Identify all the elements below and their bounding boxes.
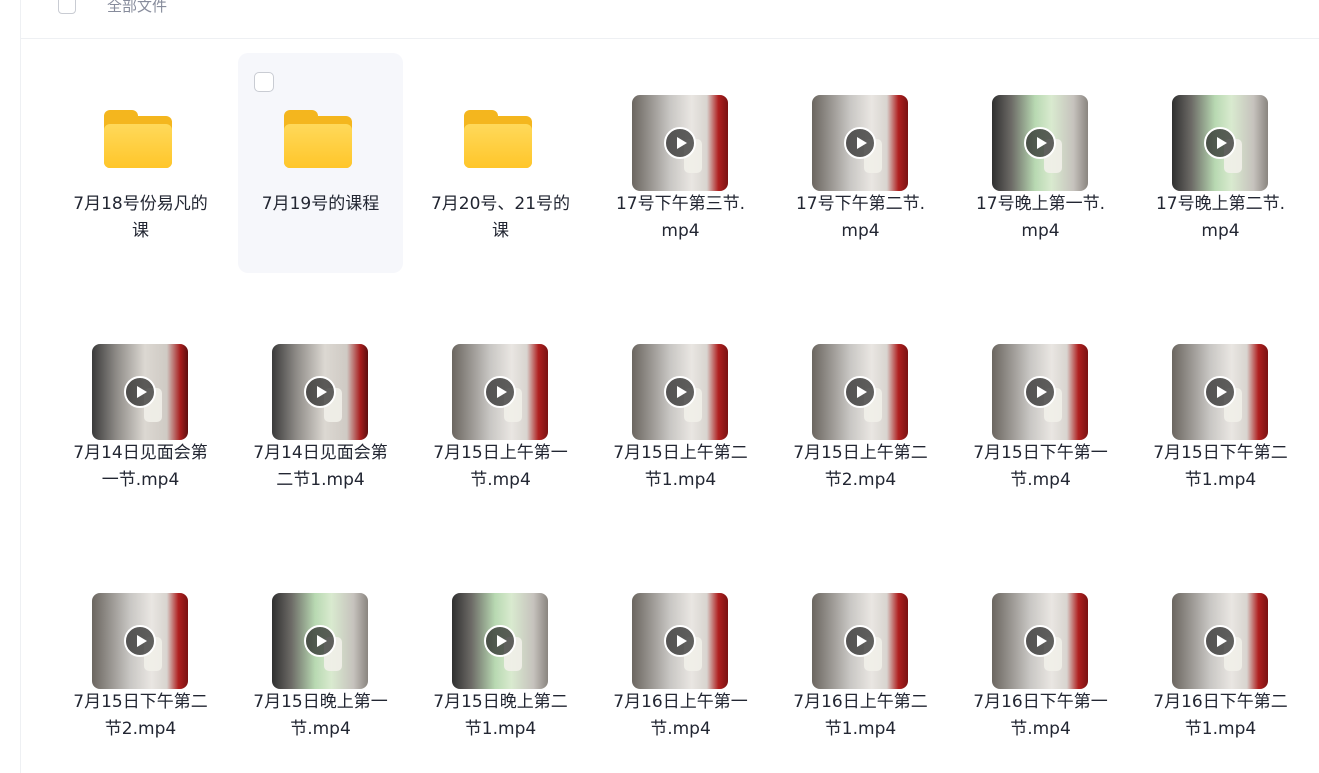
video-file-item[interactable]: 7月15日上午第一节.mp4 xyxy=(418,302,583,522)
play-icon[interactable] xyxy=(1024,625,1056,657)
play-icon[interactable] xyxy=(124,625,156,657)
file-name-label: 17号晚上第一节.mp4 xyxy=(975,194,1106,241)
folder-icon xyxy=(284,110,352,168)
folder-item[interactable]: 7月19号的课程 xyxy=(238,53,403,273)
play-icon[interactable] xyxy=(304,376,336,408)
video-file-item[interactable]: 7月14日见面会第二节1.mp4 xyxy=(238,302,403,522)
video-thumbnail[interactable] xyxy=(992,593,1088,689)
video-thumbnail[interactable] xyxy=(1172,593,1268,689)
video-thumbnail[interactable] xyxy=(1172,344,1268,440)
file-name-label: 7月15日下午第一节.mp4 xyxy=(973,443,1108,490)
folder-item[interactable]: 7月20号、21号的课 xyxy=(418,53,583,273)
play-icon[interactable] xyxy=(664,625,696,657)
video-thumbnail[interactable] xyxy=(1172,95,1268,191)
video-file-item[interactable]: 17号下午第二节.mp4 xyxy=(778,53,943,273)
play-icon[interactable] xyxy=(664,127,696,159)
video-thumbnail[interactable] xyxy=(812,593,908,689)
play-icon[interactable] xyxy=(1024,127,1056,159)
video-thumbnail[interactable] xyxy=(92,344,188,440)
video-file-item[interactable]: 17号下午第三节.mp4 xyxy=(598,53,763,273)
file-name-label: 7月15日上午第二节1.mp4 xyxy=(613,443,748,490)
video-thumbnail[interactable] xyxy=(452,593,548,689)
play-icon[interactable] xyxy=(304,625,336,657)
video-thumbnail[interactable] xyxy=(812,344,908,440)
file-name-label: 7月16日上午第二节1.mp4 xyxy=(793,692,928,739)
video-thumbnail[interactable] xyxy=(992,344,1088,440)
play-icon[interactable] xyxy=(664,376,696,408)
video-file-item[interactable]: 17号晚上第一节.mp4 xyxy=(958,53,1123,273)
file-name-label: 7月16日上午第一节.mp4 xyxy=(613,692,748,739)
play-icon[interactable] xyxy=(844,127,876,159)
video-thumbnail[interactable] xyxy=(272,593,368,689)
video-file-item[interactable]: 7月15日上午第二节1.mp4 xyxy=(598,302,763,522)
file-name-label: 7月20号、21号的课 xyxy=(430,194,571,241)
video-file-item[interactable]: 7月14日见面会第一节.mp4 xyxy=(58,302,223,522)
all-files-title: 全部文件 xyxy=(107,0,168,15)
video-file-item[interactable]: 17号晚上第二节.mp4 xyxy=(1138,53,1303,273)
video-thumbnail[interactable] xyxy=(452,344,548,440)
file-name-label: 7月16日下午第一节.mp4 xyxy=(973,692,1108,739)
video-file-item[interactable]: 7月16日上午第二节1.mp4 xyxy=(778,551,943,771)
file-name-label: 7月15日晚上第二节1.mp4 xyxy=(433,692,568,739)
file-name-label: 7月18号份易凡的课 xyxy=(73,194,208,241)
file-list-header: 全部文件 xyxy=(21,0,1319,39)
video-thumbnail[interactable] xyxy=(272,344,368,440)
play-icon[interactable] xyxy=(1204,376,1236,408)
play-icon[interactable] xyxy=(844,625,876,657)
video-thumbnail[interactable] xyxy=(632,95,728,191)
file-name-label: 17号下午第三节.mp4 xyxy=(615,194,746,241)
video-file-item[interactable]: 7月15日下午第二节2.mp4 xyxy=(58,551,223,771)
file-name-label: 7月15日晚上第一节.mp4 xyxy=(253,692,388,739)
video-thumbnail[interactable] xyxy=(812,95,908,191)
play-icon[interactable] xyxy=(1204,127,1236,159)
play-icon[interactable] xyxy=(1024,376,1056,408)
file-name-label: 7月14日见面会第一节.mp4 xyxy=(73,443,208,490)
video-file-item[interactable]: 7月15日下午第一节.mp4 xyxy=(958,302,1123,522)
file-name-label: 7月15日下午第二节2.mp4 xyxy=(73,692,208,739)
play-icon[interactable] xyxy=(124,376,156,408)
play-icon[interactable] xyxy=(484,625,516,657)
folder-icon xyxy=(464,110,532,168)
play-icon[interactable] xyxy=(844,376,876,408)
file-name-label: 7月14日见面会第二节1.mp4 xyxy=(253,443,388,490)
video-file-item[interactable]: 7月16日下午第二节1.mp4 xyxy=(1138,551,1303,771)
folder-icon xyxy=(104,110,172,168)
file-name-label: 7月19号的课程 xyxy=(261,194,380,214)
folder-item[interactable]: 7月18号份易凡的课 xyxy=(58,53,223,273)
video-file-item[interactable]: 7月16日上午第一节.mp4 xyxy=(598,551,763,771)
video-file-item[interactable]: 7月15日下午第二节1.mp4 xyxy=(1138,302,1303,522)
video-file-item[interactable]: 7月16日下午第一节.mp4 xyxy=(958,551,1123,771)
file-name-label: 17号晚上第二节.mp4 xyxy=(1155,194,1286,241)
item-checkbox[interactable] xyxy=(254,72,274,92)
play-icon[interactable] xyxy=(484,376,516,408)
video-thumbnail[interactable] xyxy=(992,95,1088,191)
video-thumbnail[interactable] xyxy=(632,593,728,689)
video-thumbnail[interactable] xyxy=(92,593,188,689)
video-file-item[interactable]: 7月15日晚上第一节.mp4 xyxy=(238,551,403,771)
left-border xyxy=(20,0,21,773)
file-name-label: 7月15日上午第一节.mp4 xyxy=(433,443,568,490)
video-thumbnail[interactable] xyxy=(632,344,728,440)
file-name-label: 7月15日下午第二节1.mp4 xyxy=(1153,443,1288,490)
file-name-label: 7月16日下午第二节1.mp4 xyxy=(1153,692,1288,739)
video-file-item[interactable]: 7月15日上午第二节2.mp4 xyxy=(778,302,943,522)
video-file-item[interactable]: 7月15日晚上第二节1.mp4 xyxy=(418,551,583,771)
play-icon[interactable] xyxy=(1204,625,1236,657)
file-name-label: 7月15日上午第二节2.mp4 xyxy=(793,443,928,490)
file-name-label: 17号下午第二节.mp4 xyxy=(795,194,926,241)
select-all-checkbox[interactable] xyxy=(58,0,76,14)
